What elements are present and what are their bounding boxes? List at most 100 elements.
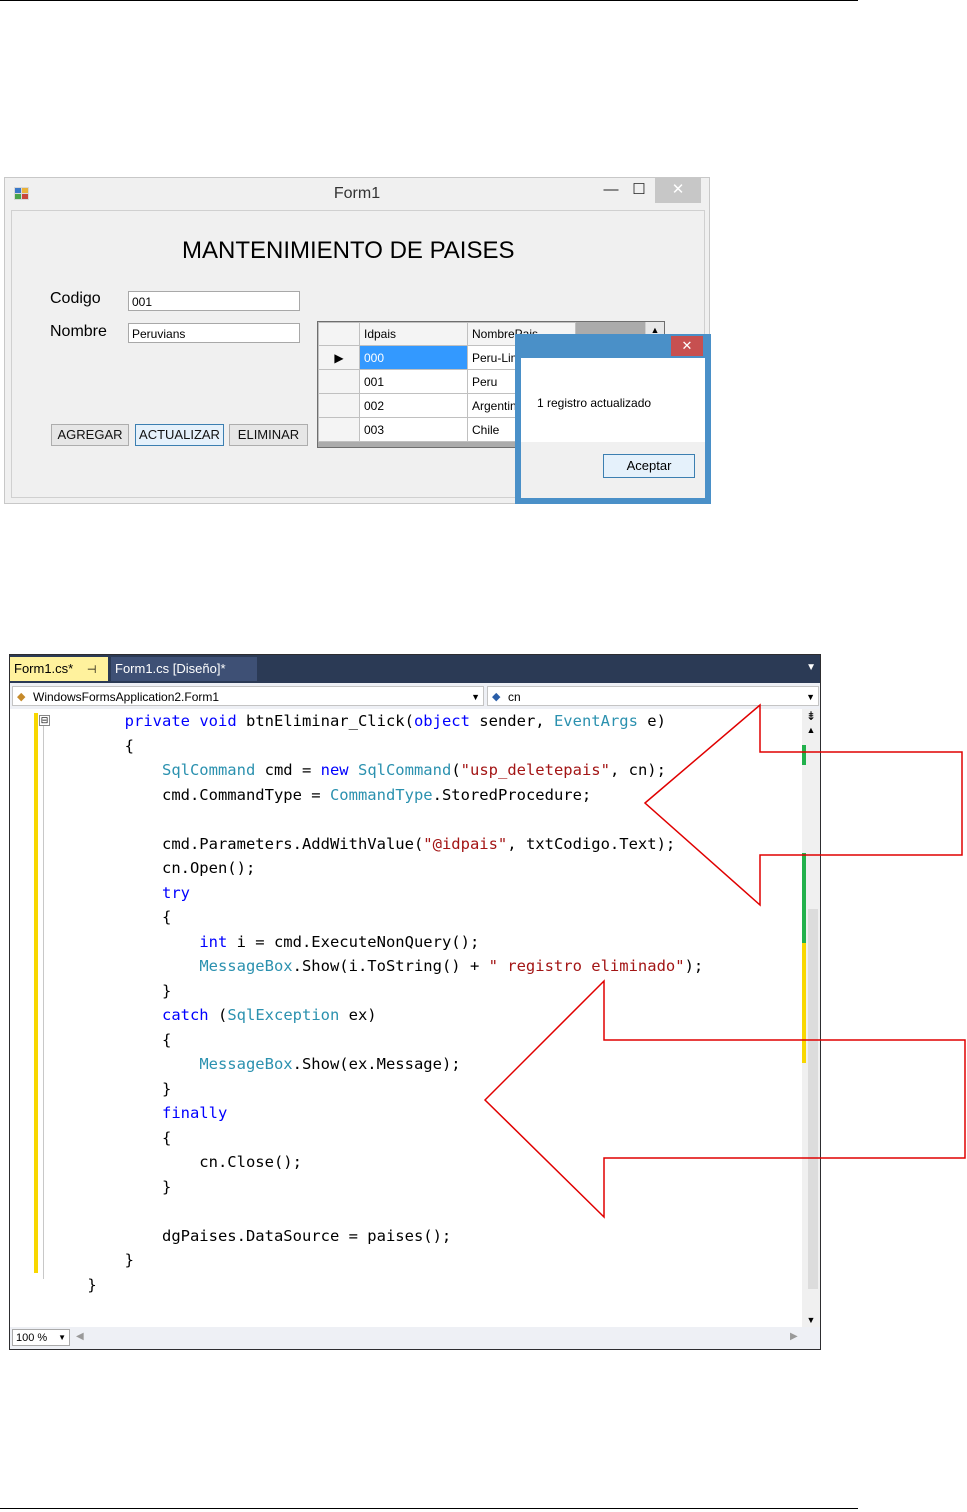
code-line[interactable]: cn.Close(); <box>50 1150 703 1175</box>
code-token: .Show(ex.Message); <box>292 1055 461 1073</box>
code-line[interactable]: dgPaises.DataSource = paises(); <box>50 1224 703 1249</box>
code-line[interactable]: catch (SqlException ex) <box>50 1003 703 1028</box>
class-combo[interactable]: ◆ WindowsFormsApplication2.Form1 ▼ <box>12 686 484 706</box>
message-box-close-button[interactable]: ✕ <box>671 336 703 356</box>
code-token: e) <box>637 712 666 730</box>
zoom-combo[interactable]: 100 % ▼ <box>12 1329 70 1346</box>
split-icon[interactable]: ⇟ <box>802 709 820 723</box>
code-token-st: "@idpais" <box>423 834 508 853</box>
agregar-button[interactable]: AGREGAR <box>51 424 129 446</box>
code-line[interactable]: private void btnEliminar_Click(object se… <box>50 709 703 734</box>
grid-cell-id[interactable]: 001 <box>359 369 468 394</box>
message-text: 1 registro actualizado <box>537 396 652 410</box>
code-line[interactable] <box>50 1199 703 1224</box>
grid-cell-id[interactable]: 002 <box>359 393 468 418</box>
code-token: } <box>50 981 172 1000</box>
code-token-kw: finally <box>161 1104 228 1122</box>
tab-form1-cs[interactable]: Form1.cs* ⊣ ✕ <box>10 657 108 701</box>
code-token: } <box>50 1275 97 1294</box>
codigo-input[interactable]: 001 <box>128 291 300 311</box>
code-token-ty: EventArgs <box>553 712 638 730</box>
code-token-kw: try <box>161 883 190 902</box>
grid-row-header[interactable] <box>318 369 360 394</box>
chevron-down-icon[interactable]: ▼ <box>471 687 480 707</box>
nombre-label: Nombre <box>50 323 107 340</box>
navigation-bar: ◆ WindowsFormsApplication2.Form1 ▼ ◆ cn … <box>10 683 820 709</box>
pin-icon[interactable]: ⊣ <box>87 664 97 676</box>
code-editor-window: Form1.cs* ⊣ ✕ Form1.cs [Diseño]* ▼ ◆ Win… <box>9 654 821 1350</box>
code-line[interactable] <box>50 807 703 832</box>
code-token: cn.Close(); <box>50 1153 302 1171</box>
code-token-st: "usp_deletepais" <box>460 761 610 779</box>
minimize-button[interactable]: — <box>599 178 623 203</box>
change-marker <box>802 745 806 765</box>
grid-row-header[interactable] <box>318 417 360 442</box>
code-line[interactable]: } <box>50 1175 703 1200</box>
code-line[interactable]: } <box>50 1077 703 1102</box>
message-box-body: 1 registro actualizado <box>521 358 705 442</box>
scroll-down-icon[interactable]: ▼ <box>802 1313 820 1327</box>
code-line[interactable]: { <box>50 1126 703 1151</box>
close-button[interactable]: ✕ <box>655 178 701 203</box>
code-line[interactable]: finally <box>50 1101 703 1126</box>
change-marker <box>802 853 806 943</box>
code-area[interactable]: ⊟ private void btnEliminar_Click(object … <box>10 709 802 1327</box>
grid-cell-id[interactable]: 000 <box>359 345 468 370</box>
grid-row-header[interactable] <box>318 393 360 418</box>
code-token: cmd.CommandType = <box>50 785 330 804</box>
code-line[interactable]: { <box>50 734 703 759</box>
code-text[interactable]: private void btnEliminar_Click(object se… <box>50 709 703 1297</box>
code-line[interactable]: MessageBox.Show(ex.Message); <box>50 1052 703 1077</box>
class-icon: ◆ <box>17 691 26 703</box>
grid-cell-id[interactable]: 003 <box>359 417 468 442</box>
code-line[interactable]: cmd.Parameters.AddWithValue("@idpais", t… <box>50 832 703 857</box>
scroll-right-icon[interactable]: ▶ <box>790 1331 798 1342</box>
actualizar-button[interactable]: ACTUALIZAR <box>135 424 224 446</box>
class-combo-value: WindowsFormsApplication2.Form1 <box>33 690 220 704</box>
editor-scroll-thumb[interactable] <box>808 909 818 1289</box>
chevron-down-icon[interactable]: ▼ <box>806 687 815 707</box>
code-token: } <box>50 1251 134 1269</box>
collapse-icon[interactable]: ⊟ <box>39 715 50 726</box>
code-token-ty: SqlCommand <box>161 761 256 779</box>
eliminar-button[interactable]: ELIMINAR <box>229 424 308 446</box>
code-line[interactable]: } <box>50 979 703 1004</box>
tab-dropdown-icon[interactable]: ▼ <box>806 662 816 673</box>
code-line[interactable]: } <box>50 1273 703 1298</box>
current-row-marker-icon: ▶ <box>318 345 360 370</box>
member-combo[interactable]: ◆ cn ▼ <box>487 686 819 706</box>
editor-tab-bar: Form1.cs* ⊣ ✕ Form1.cs [Diseño]* ▼ <box>10 655 820 701</box>
scroll-up-icon[interactable]: ▲ <box>802 723 820 737</box>
code-token: ( <box>451 761 461 779</box>
editor-vertical-scrollbar[interactable]: ⇟ ▲ ▼ <box>802 709 820 1327</box>
code-line[interactable]: } <box>50 1248 703 1273</box>
tab-label: Form1.cs* <box>14 661 74 676</box>
code-line[interactable]: SqlCommand cmd = new SqlCommand("usp_del… <box>50 758 703 783</box>
code-token: } <box>50 1177 172 1196</box>
scroll-left-icon[interactable]: ◀ <box>76 1331 84 1342</box>
grid-column-header[interactable]: Idpais <box>359 322 468 346</box>
tab-form1-design[interactable]: Form1.cs [Diseño]* <box>111 657 257 681</box>
code-token-kw: catch <box>161 1006 209 1024</box>
bottom-rule <box>0 1508 858 1509</box>
code-line[interactable]: cmd.CommandType = CommandType.StoredProc… <box>50 783 703 808</box>
code-line[interactable]: try <box>50 881 703 906</box>
code-line[interactable]: { <box>50 905 703 930</box>
chevron-down-icon[interactable]: ▼ <box>58 1330 66 1346</box>
code-line[interactable]: cn.Open(); <box>50 856 703 881</box>
code-line[interactable]: { <box>50 1028 703 1053</box>
member-combo-value: cn <box>508 690 521 704</box>
code-token: .Show(i.ToString() + <box>292 957 489 975</box>
nombre-input[interactable]: Peruvians <box>128 323 300 343</box>
aceptar-button[interactable]: Aceptar <box>603 454 695 478</box>
maximize-button[interactable]: ☐ <box>627 178 651 203</box>
code-line[interactable]: int i = cmd.ExecuteNonQuery(); <box>50 930 703 955</box>
field-icon: ◆ <box>492 691 501 703</box>
code-line[interactable]: MessageBox.Show(i.ToString() + " registr… <box>50 954 703 979</box>
